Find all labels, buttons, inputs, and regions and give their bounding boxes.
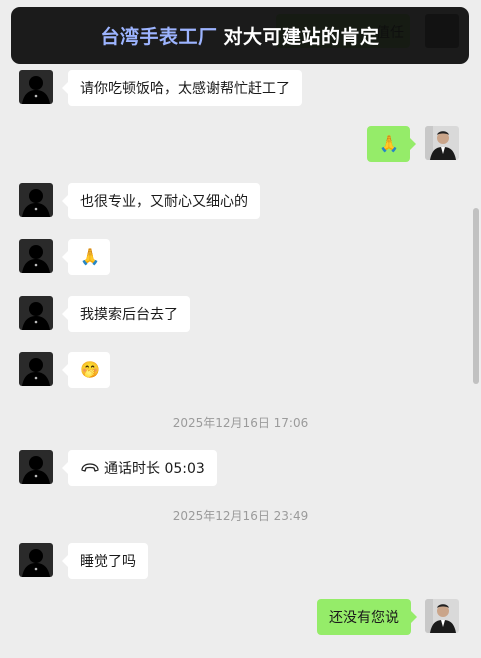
contact-avatar[interactable]	[19, 352, 53, 386]
banner-caption: 对大可建站的肯定	[223, 26, 380, 48]
message-text: 还没有您说	[329, 610, 399, 626]
contact-avatar[interactable]	[19, 296, 53, 330]
banner-brand: 台湾手表工厂	[100, 26, 218, 48]
contact-avatar[interactable]	[19, 450, 53, 484]
message-timestamp: 2025年12月16日 23:49	[172, 509, 309, 523]
message-bubble-incoming[interactable]: 🙏	[62, 239, 110, 275]
contact-avatar[interactable]	[19, 70, 53, 104]
message-text: 也很专业，又耐心又细心的	[80, 194, 248, 210]
call-duration-text: 通话时长 05:03	[104, 461, 205, 477]
message-bubble-incoming[interactable]: 请你吃顿饭哈，太感谢帮忙赶工了	[62, 70, 302, 106]
scrollbar-thumb[interactable]	[473, 208, 479, 384]
call-record-bubble[interactable]: 通话时长 05:03	[62, 450, 217, 486]
self-avatar[interactable]	[425, 126, 459, 160]
message-bubble-incoming[interactable]: 我摸索后台去了	[62, 296, 190, 332]
contact-avatar[interactable]	[19, 239, 53, 273]
phone-hangup-icon	[80, 461, 100, 475]
message-timestamp: 2025年12月16日 17:06	[172, 416, 309, 430]
message-text: 请你吃顿饭哈，太感谢帮忙赶工了	[80, 81, 290, 97]
message-text: 我摸索后台去了	[80, 307, 178, 323]
message-bubble-outgoing[interactable]: 🙏	[367, 126, 416, 162]
contact-avatar[interactable]	[19, 543, 53, 577]
message-text: 睡觉了吗	[80, 554, 136, 570]
emoji-pray: 🙏	[80, 247, 100, 266]
message-bubble-outgoing[interactable]: 还没有您说	[317, 599, 417, 635]
message-bubble-incoming[interactable]: 睡觉了吗	[62, 543, 148, 579]
message-bubble-incoming[interactable]: 也很专业，又耐心又细心的	[62, 183, 260, 219]
emoji-hand-over-mouth: 🤭	[80, 360, 100, 379]
caption-banner: 台湾手表工厂 对大可建站的肯定	[11, 7, 469, 64]
message-bubble-incoming[interactable]: 🤭	[62, 352, 110, 388]
emoji-pray: 🙏	[379, 134, 399, 153]
scrollbar[interactable]	[471, 0, 480, 658]
contact-avatar[interactable]	[19, 183, 53, 217]
chat-window: 值任 台湾手表工厂 对大可建站的肯定 请你吃顿饭哈，太感谢帮忙赶工了 🙏 也很专…	[0, 0, 481, 658]
self-avatar[interactable]	[425, 599, 459, 633]
